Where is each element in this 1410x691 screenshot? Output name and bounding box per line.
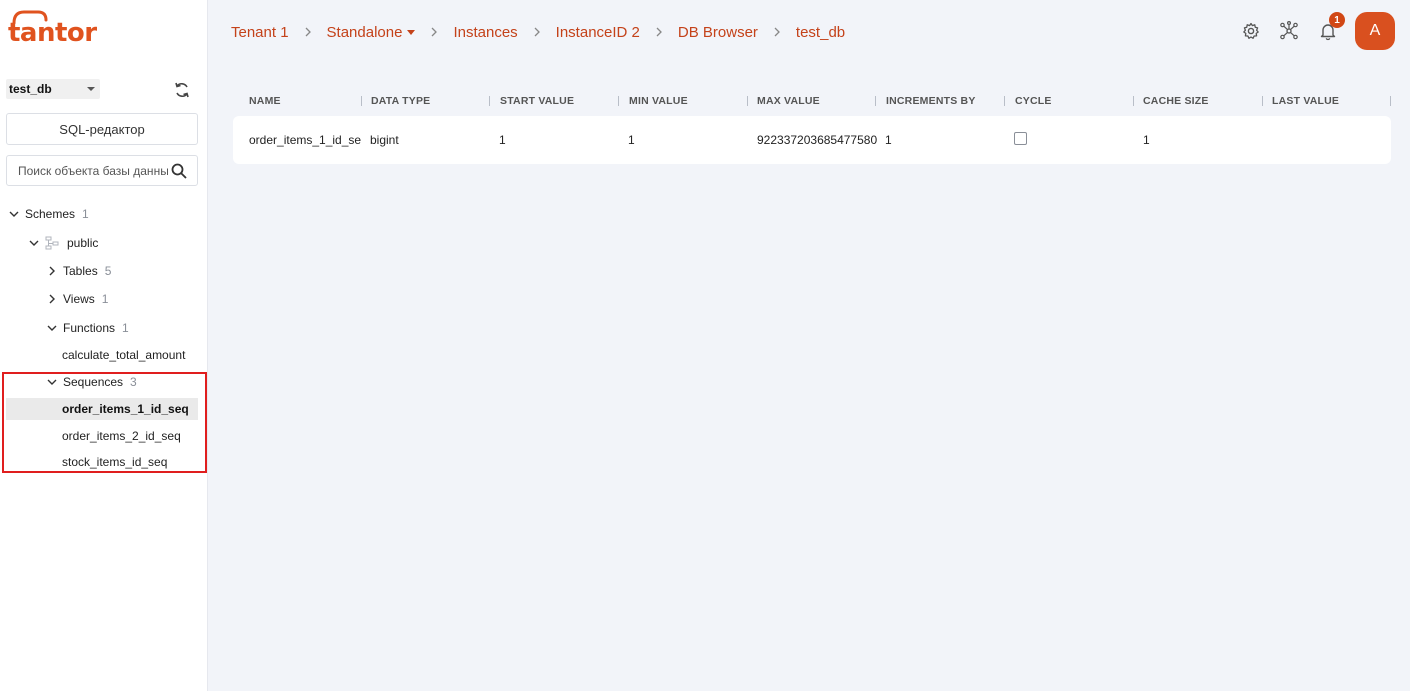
cell-cache-size: 1 xyxy=(1143,133,1150,147)
column-divider[interactable] xyxy=(1390,96,1391,106)
tree-count: 1 xyxy=(122,321,129,335)
refresh-icon[interactable] xyxy=(173,81,191,99)
breadcrumb-tenant[interactable]: Tenant 1 xyxy=(231,24,289,41)
chevron-right-icon xyxy=(534,27,540,37)
column-header-min-value[interactable]: MIN VALUE xyxy=(629,88,688,114)
column-header-cycle[interactable]: CYCLE xyxy=(1015,88,1052,114)
app-root: tantor test_db SQL-редактор Schemes 1 xyxy=(0,0,1410,691)
database-select[interactable]: test_db xyxy=(6,79,100,99)
tree-count: 1 xyxy=(101,292,109,306)
chevron-down-icon xyxy=(87,87,95,91)
column-header-data-type[interactable]: DATA TYPE xyxy=(371,88,430,114)
tree-label: Schemes xyxy=(25,207,76,221)
chevron-right-icon xyxy=(656,27,662,37)
sql-editor-button[interactable]: SQL-редактор xyxy=(6,113,198,145)
tree-label: Views xyxy=(63,292,95,306)
cell-start-value: 1 xyxy=(499,133,506,147)
object-search xyxy=(6,155,198,186)
tree-label: public xyxy=(67,236,99,250)
column-divider[interactable] xyxy=(747,96,748,106)
tree-count: 5 xyxy=(104,264,112,278)
table-header: NAME DATA TYPE START VALUE MIN VALUE MAX… xyxy=(233,88,1391,114)
breadcrumb-instances[interactable]: Instances xyxy=(453,24,517,41)
gear-icon[interactable] xyxy=(1241,21,1261,41)
cell-max-value: 9223372036854775807 xyxy=(757,133,877,147)
notification-badge: 1 xyxy=(1329,12,1345,28)
breadcrumb-database[interactable]: test_db xyxy=(796,24,845,41)
chevron-down-icon xyxy=(29,240,39,246)
column-header-increments-by[interactable]: INCREMENTS BY xyxy=(886,88,976,114)
column-divider[interactable] xyxy=(1004,96,1005,106)
column-header-name[interactable]: NAME xyxy=(249,88,281,114)
column-header-max-value[interactable]: MAX VALUE xyxy=(757,88,820,114)
chevron-right-icon xyxy=(431,27,438,37)
column-divider[interactable] xyxy=(1262,96,1263,106)
chevron-right-icon xyxy=(774,27,780,37)
chevron-right-icon xyxy=(305,27,311,37)
column-divider[interactable] xyxy=(489,96,490,106)
breadcrumb-instance[interactable]: InstanceID 2 xyxy=(556,24,640,41)
tree-item-views[interactable]: Views 1 xyxy=(46,288,108,310)
breadcrumb: Tenant 1 Standalone Instances InstanceID… xyxy=(231,20,845,44)
cell-last-value xyxy=(1272,116,1388,164)
column-divider[interactable] xyxy=(618,96,619,106)
column-header-last-value[interactable]: LAST VALUE xyxy=(1272,88,1339,114)
sidebar: tantor test_db SQL-редактор Schemes 1 xyxy=(0,0,208,691)
object-search-input[interactable] xyxy=(18,163,168,179)
cell-increments-by: 1 xyxy=(885,133,892,147)
cell-cycle-checkbox[interactable] xyxy=(1014,132,1027,145)
sequences-highlight-box xyxy=(2,372,207,473)
tree-item-function[interactable]: calculate_total_amount xyxy=(62,344,185,366)
chevron-right-icon xyxy=(49,266,55,276)
cell-min-value: 1 xyxy=(628,133,635,147)
tree-item-functions[interactable]: Functions 1 xyxy=(46,317,129,339)
breadcrumb-db-browser[interactable]: DB Browser xyxy=(678,24,758,41)
breadcrumb-standalone[interactable]: Standalone xyxy=(327,24,416,41)
column-divider[interactable] xyxy=(1133,96,1134,106)
cell-data-type: bigint xyxy=(370,133,399,147)
column-header-start-value[interactable]: START VALUE xyxy=(500,88,574,114)
tree-count: 1 xyxy=(82,207,89,221)
column-header-cache-size[interactable]: CACHE SIZE xyxy=(1143,88,1209,114)
logo[interactable]: tantor xyxy=(8,10,100,50)
database-select-value: test_db xyxy=(9,82,52,96)
schema-icon xyxy=(45,236,59,250)
cell-name: order_items_1_id_seq xyxy=(249,133,361,147)
table-row[interactable]: order_items_1_id_seq bigint 1 1 92233720… xyxy=(233,116,1391,164)
column-divider[interactable] xyxy=(361,96,362,106)
tree-item-tables[interactable]: Tables 5 xyxy=(46,260,111,282)
tree-item-public[interactable]: public xyxy=(28,232,98,254)
tree-label: Tables xyxy=(63,264,98,278)
caret-down-icon xyxy=(407,30,416,36)
search-icon[interactable] xyxy=(171,163,187,179)
avatar[interactable]: A xyxy=(1355,12,1395,50)
chevron-right-icon xyxy=(49,294,55,304)
network-icon[interactable] xyxy=(1279,21,1299,41)
tree-item-schemes[interactable]: Schemes 1 xyxy=(8,203,89,225)
column-divider[interactable] xyxy=(875,96,876,106)
logo-text: tantor xyxy=(8,18,97,48)
tree-label: Functions xyxy=(63,321,116,335)
chevron-down-icon xyxy=(47,325,57,331)
chevron-down-icon xyxy=(9,211,19,217)
breadcrumb-standalone-label: Standalone xyxy=(326,23,403,41)
sequences-table: NAME DATA TYPE START VALUE MIN VALUE MAX… xyxy=(233,88,1391,164)
